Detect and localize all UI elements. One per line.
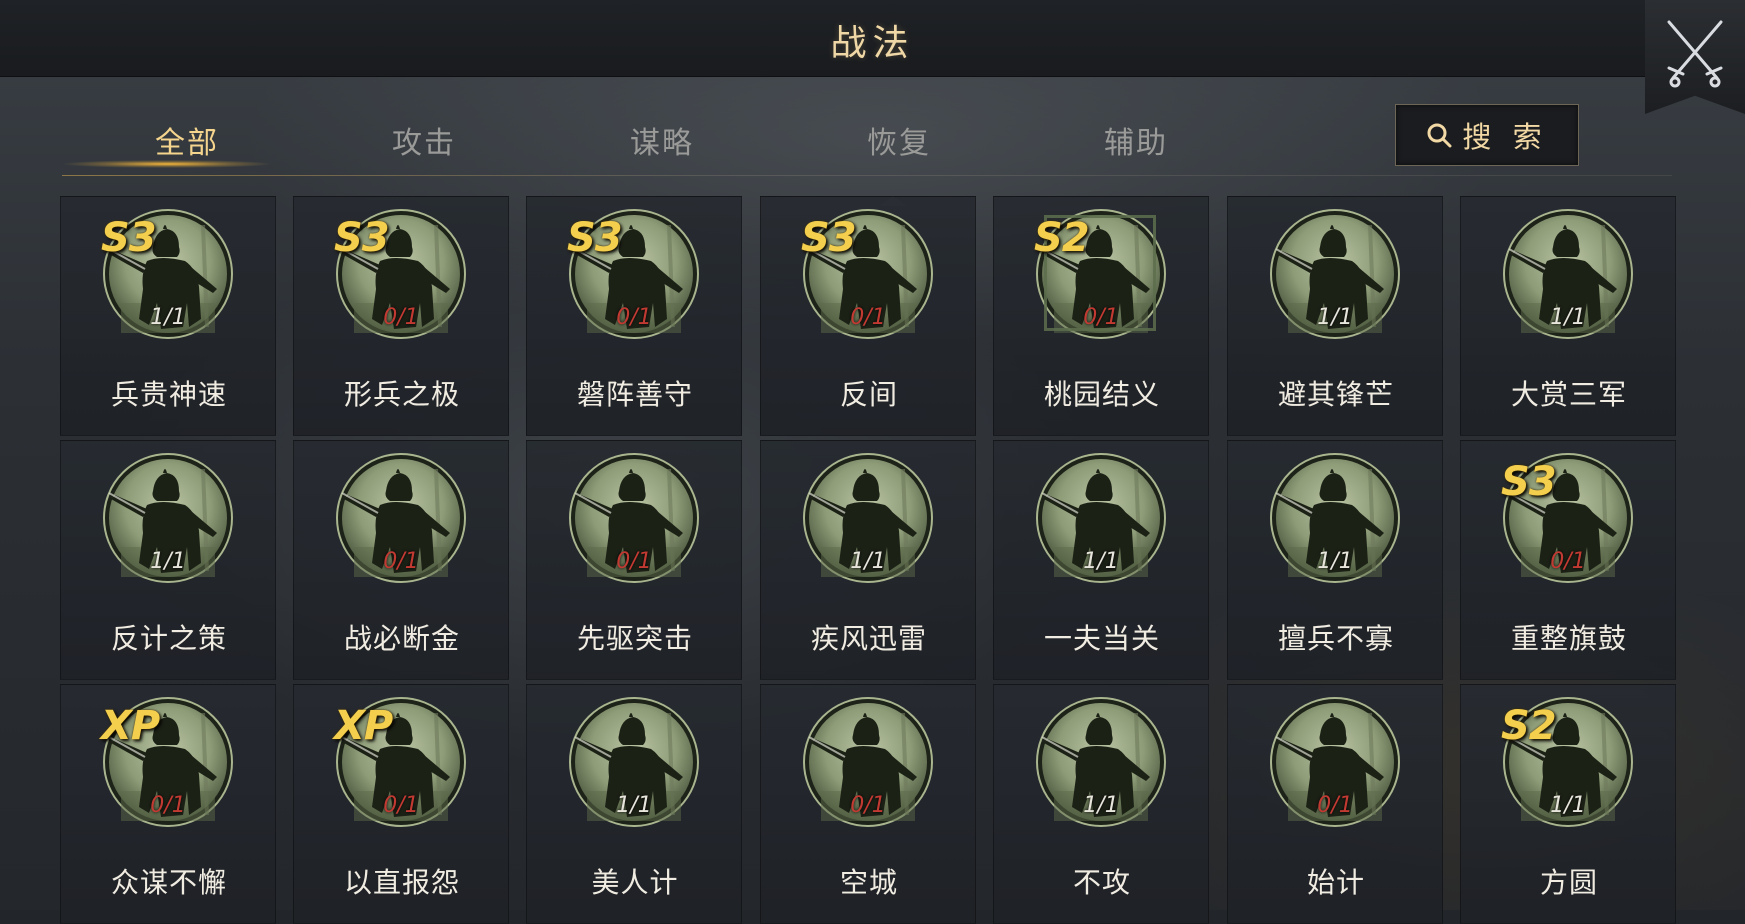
skill-card[interactable]: 1/1 避其锋芒 — [1227, 196, 1443, 436]
page-title: 战法 — [830, 23, 915, 64]
skill-portrait: 0/1 — [567, 451, 701, 585]
skill-card[interactable]: 0/1 XP 众谋不懈 — [60, 684, 276, 924]
skill-count: 1/1 — [1550, 305, 1586, 330]
skill-card[interactable]: 1/1 疾风迅雷 — [760, 440, 976, 680]
skill-name: 以直报怨 — [343, 866, 460, 899]
skill-name: 反间 — [839, 378, 898, 411]
skill-name: 战必断金 — [343, 622, 460, 655]
tab-strategy[interactable]: 谋略 — [592, 118, 732, 162]
skill-portrait: 0/1 — [334, 451, 468, 585]
skill-count: 0/1 — [383, 549, 419, 574]
skill-card[interactable]: 0/1 空城 — [760, 684, 976, 924]
skill-card[interactable]: 0/1 S3 重整旗鼓 — [1460, 440, 1676, 680]
skill-portrait: 1/1 — [1034, 451, 1168, 585]
season-badge: S3 — [1501, 459, 1557, 505]
skill-portrait: 0/1 — [1268, 695, 1402, 829]
skill-portrait: 0/1 — [801, 695, 935, 829]
skill-portrait: 1/1 — [1501, 207, 1635, 341]
search-label: 搜 索 — [1462, 120, 1548, 154]
skill-count: 1/1 — [1317, 549, 1353, 574]
tab-attack[interactable]: 攻击 — [354, 118, 494, 162]
skill-card[interactable]: 0/1 战必断金 — [293, 440, 509, 680]
skill-name: 始计 — [1306, 866, 1365, 899]
skill-count: 0/1 — [1317, 793, 1353, 818]
crossed-swords-icon — [1667, 20, 1723, 88]
skill-portrait: 1/1 — [1268, 207, 1402, 341]
skill-count: 0/1 — [1083, 305, 1119, 330]
skill-name: 桃园结义 — [1043, 378, 1160, 411]
skill-count: 0/1 — [383, 793, 419, 818]
skill-card[interactable]: 0/1 S3 形兵之极 — [293, 196, 509, 436]
skill-name: 避其锋芒 — [1277, 378, 1394, 411]
skill-name: 众谋不懈 — [110, 866, 227, 899]
season-badge: S3 — [801, 215, 857, 261]
tab-support[interactable]: 辅助 — [1066, 118, 1206, 162]
skill-card[interactable]: 0/1 始计 — [1227, 684, 1443, 924]
skill-portrait: 1/1 — [1034, 695, 1168, 829]
tab-recovery[interactable]: 恢复 — [829, 118, 969, 162]
season-badge: S2 — [1501, 703, 1557, 749]
skill-card[interactable]: 0/1 先驱突击 — [526, 440, 742, 680]
skill-card[interactable]: 1/1 不攻 — [993, 684, 1209, 924]
skill-portrait: 1/1 — [567, 695, 701, 829]
skill-count: 0/1 — [616, 549, 652, 574]
skill-card[interactable]: 1/1 S3 兵贵神速 — [60, 196, 276, 436]
season-badge: S3 — [567, 215, 623, 261]
skill-name: 空城 — [839, 866, 898, 899]
skill-count: 1/1 — [1083, 793, 1119, 818]
skill-card[interactable]: 0/1 XP 以直报怨 — [293, 684, 509, 924]
skill-count: 0/1 — [850, 793, 886, 818]
skill-portrait: 1/1 — [101, 451, 235, 585]
skill-name: 形兵之极 — [343, 378, 460, 411]
skill-count: 0/1 — [1550, 549, 1586, 574]
skill-name: 疾风迅雷 — [810, 622, 927, 655]
skill-portrait: 1/1 — [801, 451, 935, 585]
skill-card[interactable]: 1/1 大赏三军 — [1460, 196, 1676, 436]
skill-name: 兵贵神速 — [110, 378, 227, 411]
skill-name: 擅兵不寡 — [1277, 622, 1394, 655]
skill-card[interactable]: 1/1 反计之策 — [60, 440, 276, 680]
skill-count: 0/1 — [616, 305, 652, 330]
skill-card[interactable]: 1/1 一夫当关 — [993, 440, 1209, 680]
title-bar: 战法 — [0, 0, 1745, 77]
skill-count: 1/1 — [1317, 305, 1353, 330]
skill-card[interactable]: 0/1 S3 磐阵善守 — [526, 196, 742, 436]
skill-name: 大赏三军 — [1510, 378, 1627, 411]
skill-card[interactable]: 0/1 S2 桃园结义 — [993, 196, 1209, 436]
season-badge: S2 — [1034, 215, 1090, 261]
active-tab-indicator — [62, 160, 272, 168]
skill-name: 一夫当关 — [1043, 622, 1160, 655]
skill-portrait: 1/1 — [1268, 451, 1402, 585]
skill-card[interactable]: 0/1 S3 反间 — [760, 196, 976, 436]
skill-count: 1/1 — [150, 549, 186, 574]
skill-card[interactable]: 1/1 S2 方圆 — [1460, 684, 1676, 924]
tab-all[interactable]: 全部 — [117, 118, 257, 162]
skill-name: 方圆 — [1539, 866, 1598, 899]
skill-name: 磐阵善守 — [576, 378, 693, 411]
skill-count: 1/1 — [850, 549, 886, 574]
search-button[interactable]: 搜 索 — [1395, 104, 1579, 166]
skill-name: 重整旗鼓 — [1510, 622, 1627, 655]
skill-count: 1/1 — [616, 793, 652, 818]
skill-card[interactable]: 1/1 美人计 — [526, 684, 742, 924]
skill-count: 0/1 — [150, 793, 186, 818]
skill-count: 0/1 — [850, 305, 886, 330]
skill-name: 不攻 — [1072, 866, 1131, 899]
skill-name: 先驱突击 — [576, 622, 693, 655]
season-badge: S3 — [334, 215, 390, 261]
skill-count: 0/1 — [383, 305, 419, 330]
skill-name: 美人计 — [591, 866, 679, 899]
season-badge: S3 — [101, 215, 157, 261]
search-icon — [1427, 123, 1452, 148]
skill-count: 1/1 — [1550, 793, 1586, 818]
tab-divider — [62, 175, 1672, 176]
skill-count: 1/1 — [150, 305, 186, 330]
skill-name: 反计之策 — [110, 622, 227, 655]
season-badge: XP — [101, 703, 160, 749]
skill-count: 1/1 — [1083, 549, 1119, 574]
season-badge: XP — [334, 703, 393, 749]
skill-card[interactable]: 1/1 擅兵不寡 — [1227, 440, 1443, 680]
skill-grid: 1/1 S3 兵贵神速 0/1 S3 形兵之极 0/1 S3 磐阵善守 0/1 … — [60, 196, 1678, 924]
